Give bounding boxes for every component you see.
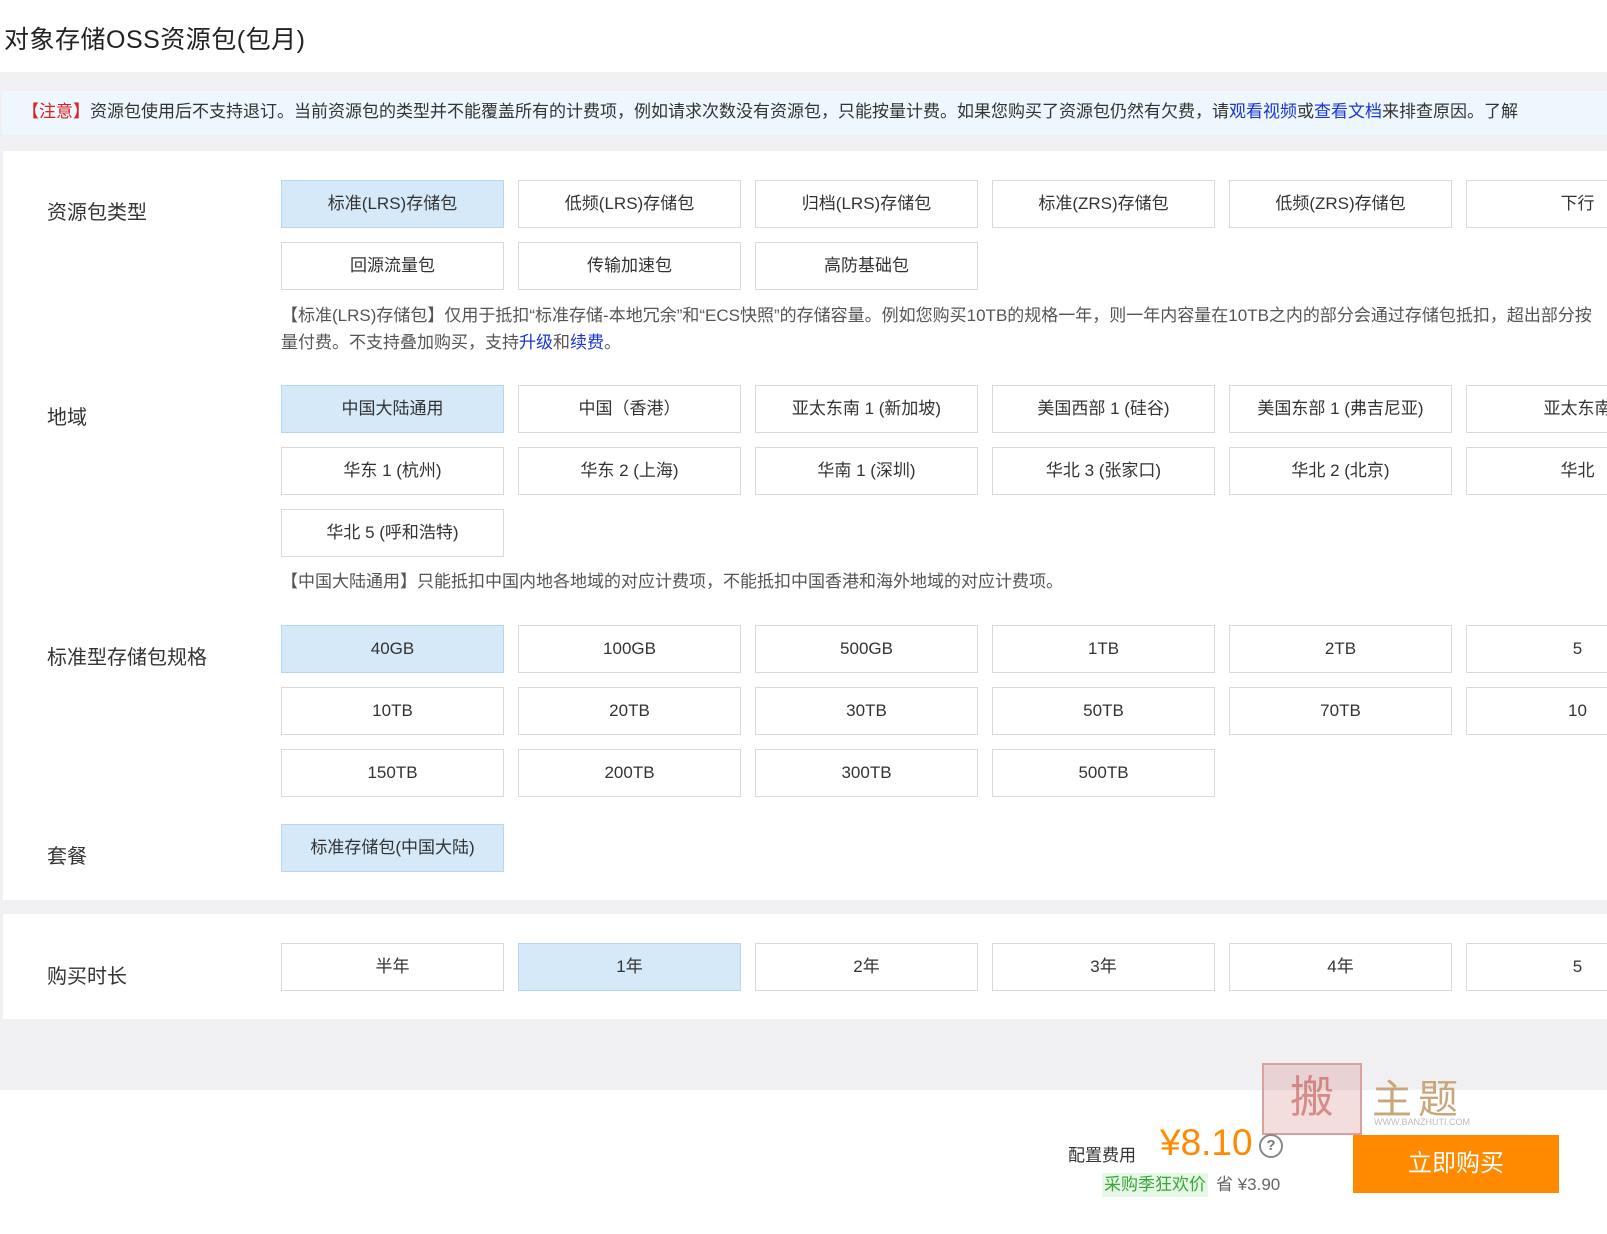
duration-option[interactable]: 5 bbox=[1466, 943, 1607, 991]
package-type-desc: 【标准(LRS)存储包】仅用于抵扣“标准存储-本地冗余”和“ECS快照”的存储容… bbox=[281, 306, 1592, 352]
spec-option[interactable]: 70TB bbox=[1229, 687, 1452, 735]
watermark: 搬 主题 WWW.BANZHUTI.COM bbox=[1262, 1063, 1484, 1135]
notice-text-end: 来排查原因。了解 bbox=[1382, 102, 1518, 121]
spec-options: 40GB 100GB 500GB 1TB 2TB 5 10TB 20TB 30TB 50TB 70T… bbox=[281, 625, 1607, 797]
package-type-label: 资源包类型 bbox=[47, 202, 147, 224]
region-option[interactable]: 华北 bbox=[1466, 447, 1607, 495]
region-label: 地域 bbox=[47, 407, 87, 429]
region-option[interactable]: 华北 5 (呼和浩特) bbox=[281, 509, 504, 557]
region-option[interactable]: 华北 2 (北京) bbox=[1229, 447, 1452, 495]
spec-option[interactable]: 200TB bbox=[518, 749, 741, 797]
spec-option[interactable]: 1TB bbox=[992, 625, 1215, 673]
package-type-option[interactable]: 标准(ZRS)存储包 bbox=[992, 180, 1215, 228]
region-option[interactable]: 华东 1 (杭州) bbox=[281, 447, 504, 495]
region-options: 中国大陆通用 中国（香港） 亚太东南 1 (新加坡) 美国西部 1 (硅谷) 美国东部 … bbox=[281, 385, 1607, 557]
duration-options: 半年 1年 2年 3年 4年 5 bbox=[281, 943, 1607, 991]
config-panel: 资源包类型 标准(LRS)存储包 低频(LRS)存储包 归档(LRS)存储包 标准(Z… bbox=[3, 151, 1607, 900]
duration-option[interactable]: 1年 bbox=[518, 943, 741, 991]
renew-link[interactable]: 续费 bbox=[570, 333, 604, 352]
package-type-option[interactable]: 传输加速包 bbox=[518, 242, 741, 290]
spec-option[interactable]: 500TB bbox=[992, 749, 1215, 797]
duration-label: 购买时长 bbox=[47, 966, 127, 988]
spec-option[interactable]: 10TB bbox=[281, 687, 504, 735]
package-type-option[interactable]: 归档(LRS)存储包 bbox=[755, 180, 978, 228]
region-option[interactable]: 美国东部 1 (弗吉尼亚) bbox=[1229, 385, 1452, 433]
duration-option[interactable]: 3年 bbox=[992, 943, 1215, 991]
plan-options: 标准存储包(中国大陆) bbox=[281, 824, 1607, 872]
package-type-option[interactable]: 低频(ZRS)存储包 bbox=[1229, 180, 1452, 228]
plan-option[interactable]: 标准存储包(中国大陆) bbox=[281, 824, 504, 872]
plan-label: 套餐 bbox=[47, 846, 87, 868]
question-circle-icon[interactable]: ? bbox=[1259, 1134, 1283, 1158]
notice-or: 或 bbox=[1297, 102, 1314, 121]
duration-option[interactable]: 2年 bbox=[755, 943, 978, 991]
notice-bar: 【注意】资源包使用后不支持退订。当前资源包的类型并不能覆盖所有的计费项，例如请求… bbox=[2, 91, 1607, 135]
spec-option[interactable]: 10 bbox=[1466, 687, 1607, 735]
promo-badge: 采购季狂欢价 bbox=[1102, 1173, 1208, 1197]
view-docs-link[interactable]: 查看文档 bbox=[1314, 102, 1382, 121]
region-option[interactable]: 中国（香港） bbox=[518, 385, 741, 433]
spec-option[interactable]: 150TB bbox=[281, 749, 504, 797]
buy-now-button[interactable]: 立即购买 bbox=[1353, 1135, 1559, 1193]
package-type-option[interactable]: 回源流量包 bbox=[281, 242, 504, 290]
package-type-option[interactable]: 高防基础包 bbox=[755, 242, 978, 290]
page-title: 对象存储OSS资源包(包月) bbox=[4, 26, 306, 54]
watermark-seal: 搬 bbox=[1262, 1063, 1362, 1135]
fee-label: 配置费用 bbox=[1068, 1146, 1136, 1165]
spec-option[interactable]: 300TB bbox=[755, 749, 978, 797]
spec-option[interactable]: 100GB bbox=[518, 625, 741, 673]
notice-text: 资源包使用后不支持退订。当前资源包的类型并不能覆盖所有的计费项，例如请求次数没有… bbox=[90, 102, 1229, 121]
spec-option[interactable]: 50TB bbox=[992, 687, 1215, 735]
duration-panel: 购买时长 半年 1年 2年 3年 4年 5 bbox=[3, 914, 1607, 1019]
package-type-option[interactable]: 下行 bbox=[1466, 180, 1607, 228]
region-option[interactable]: 华南 1 (深圳) bbox=[755, 447, 978, 495]
spec-option[interactable]: 20TB bbox=[518, 687, 741, 735]
watch-video-link[interactable]: 观看视频 bbox=[1229, 102, 1297, 121]
spec-option[interactable]: 500GB bbox=[755, 625, 978, 673]
package-type-option[interactable]: 标准(LRS)存储包 bbox=[281, 180, 504, 228]
region-desc: 【中国大陆通用】只能抵扣中国内地各地域的对应计费项，不能抵扣中国香港和海外地域的… bbox=[281, 572, 1063, 591]
region-option[interactable]: 亚太东南 bbox=[1466, 385, 1607, 433]
spec-option[interactable]: 5 bbox=[1466, 625, 1607, 673]
package-type-options: 标准(LRS)存储包 低频(LRS)存储包 归档(LRS)存储包 标准(ZRS)存储包… bbox=[281, 180, 1607, 290]
region-option[interactable]: 华北 3 (张家口) bbox=[992, 447, 1215, 495]
spec-option[interactable]: 2TB bbox=[1229, 625, 1452, 673]
price: ¥8.10 bbox=[1160, 1122, 1253, 1163]
spec-option[interactable]: 30TB bbox=[755, 687, 978, 735]
watermark-url: WWW.BANZHUTI.COM bbox=[1374, 1117, 1470, 1127]
region-option[interactable]: 美国西部 1 (硅谷) bbox=[992, 385, 1215, 433]
region-option[interactable]: 华东 2 (上海) bbox=[518, 447, 741, 495]
spec-label: 标准型存储包规格 bbox=[47, 647, 207, 669]
duration-option[interactable]: 4年 bbox=[1229, 943, 1452, 991]
spec-option[interactable]: 40GB bbox=[281, 625, 504, 673]
savings-text: 省 ¥3.90 bbox=[1216, 1175, 1281, 1194]
region-option[interactable]: 亚太东南 1 (新加坡) bbox=[755, 385, 978, 433]
region-option[interactable]: 中国大陆通用 bbox=[281, 385, 504, 433]
upgrade-link[interactable]: 升级 bbox=[519, 333, 553, 352]
package-type-option[interactable]: 低频(LRS)存储包 bbox=[518, 180, 741, 228]
duration-option[interactable]: 半年 bbox=[281, 943, 504, 991]
notice-tag: 【注意】 bbox=[22, 102, 90, 121]
